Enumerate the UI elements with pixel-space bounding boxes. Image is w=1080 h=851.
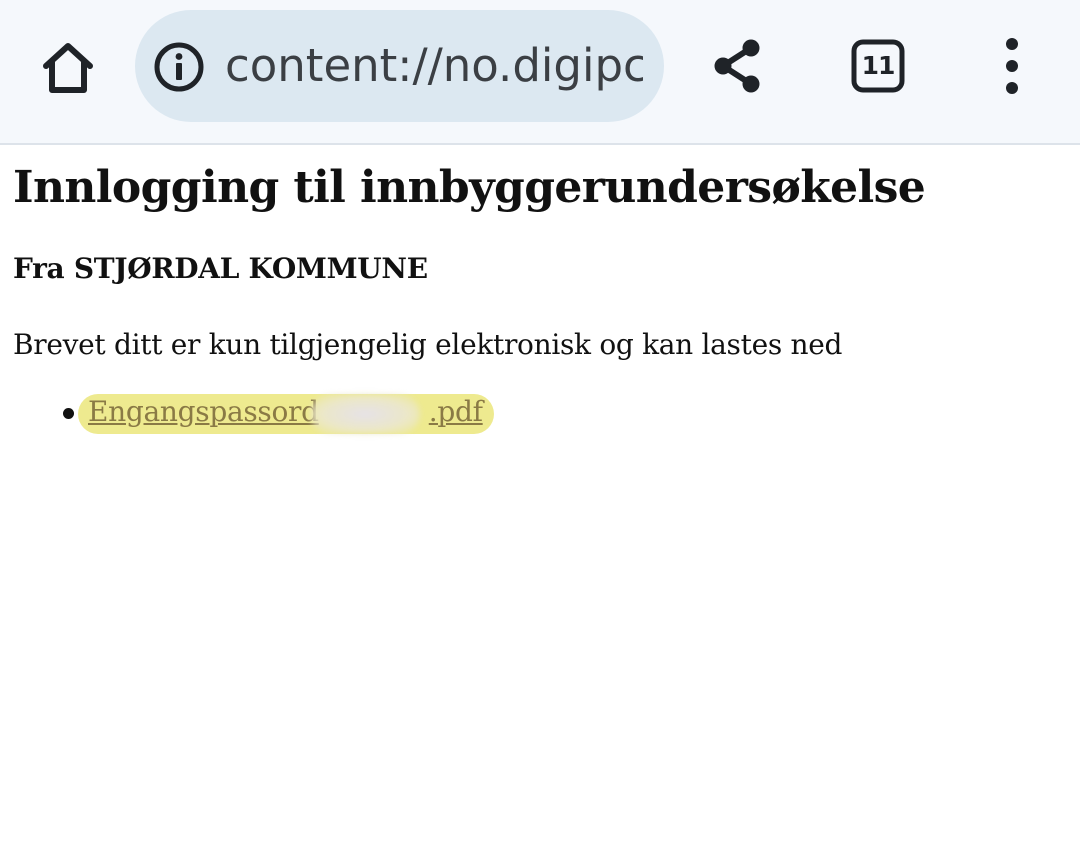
home-button[interactable] xyxy=(28,28,108,108)
sender-line: Fra STJØRDAL KOMMUNE xyxy=(13,252,428,285)
share-icon xyxy=(714,39,760,93)
home-icon xyxy=(43,43,93,93)
page-title: Innlogging til innbyggerundersøkelse xyxy=(13,162,926,213)
more-menu-button[interactable] xyxy=(972,26,1052,106)
pdf-download-link[interactable]: Engangspassord .pdf xyxy=(78,394,494,434)
browser-toolbar: content://no.digipc 11 xyxy=(0,0,1080,145)
pdf-name-start: Engangspassord xyxy=(88,395,319,428)
message-text: Brevet ditt er kun tilgjengelig elektron… xyxy=(13,328,843,361)
more-vertical-icon xyxy=(1006,38,1018,94)
url-text: content://no.digipc xyxy=(225,39,643,92)
pdf-name-end: .pdf xyxy=(428,395,483,428)
tab-count: 11 xyxy=(861,51,896,80)
info-icon[interactable] xyxy=(153,41,205,93)
address-bar[interactable]: content://no.digipc xyxy=(135,10,664,122)
bullet-dot xyxy=(63,408,74,419)
redaction-blur xyxy=(310,394,420,434)
share-button[interactable] xyxy=(697,26,777,106)
tab-switcher-button[interactable]: 11 xyxy=(838,26,918,106)
pdf-link-text: Engangspassord .pdf xyxy=(88,394,483,430)
